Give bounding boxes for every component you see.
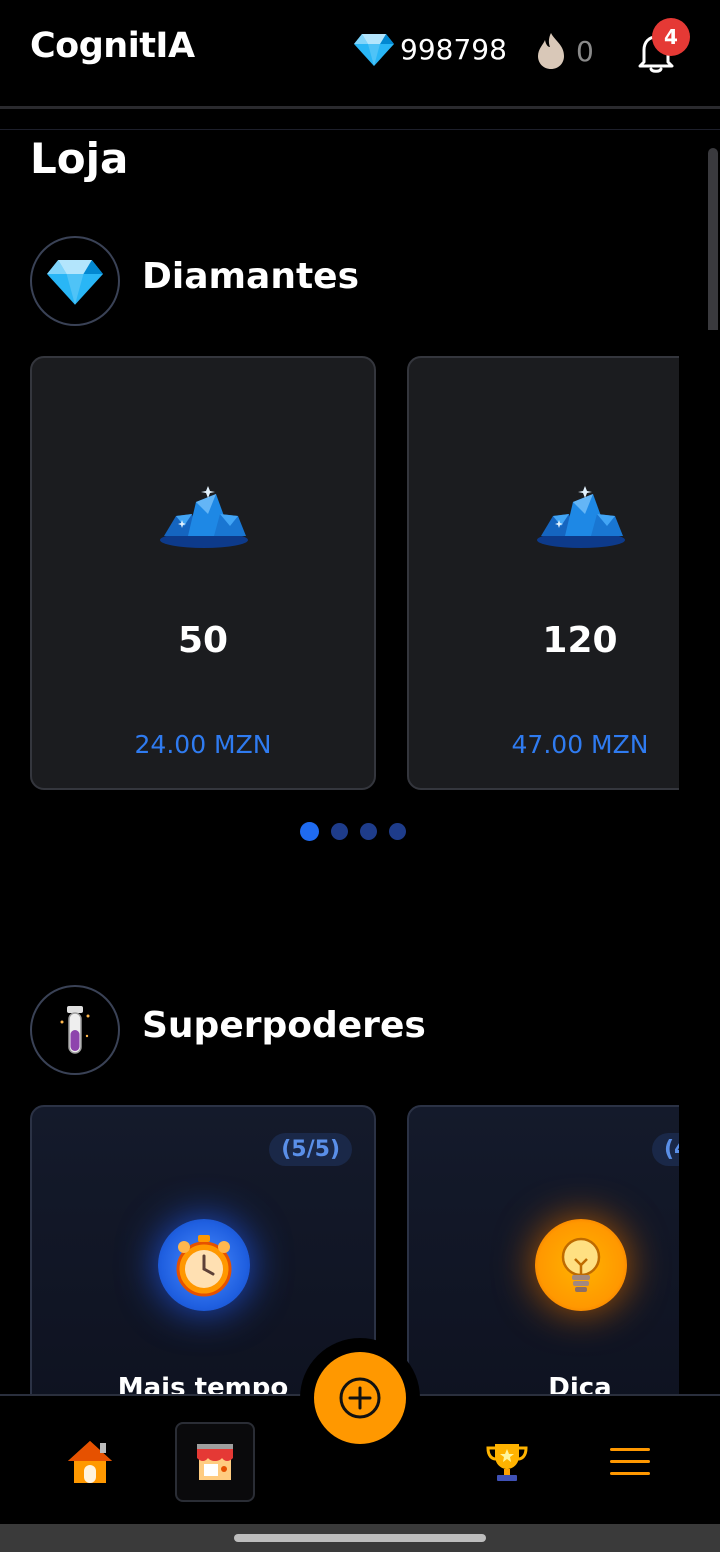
header-divider [0,106,720,109]
trophy-icon [486,1444,528,1481]
power-orb [158,1219,250,1311]
diamond-icon [354,34,394,66]
nav-shop[interactable] [175,1422,255,1502]
pack-amount: 50 [177,620,229,661]
diamond-balance[interactable]: 998798 [354,32,507,66]
superpowers-section-title: Superpoderes [142,1005,426,1046]
diamonds-section-icon [30,236,120,326]
streak-counter[interactable]: 0 [536,32,594,70]
page-title: Loja [30,134,129,183]
potion-icon [60,1006,90,1054]
carousel-pagination[interactable] [300,822,406,841]
alarm-clock-icon [176,1235,232,1297]
pagination-dot[interactable] [360,823,377,840]
notification-badge: 4 [652,18,690,56]
superpower-card[interactable]: (4 Dica [407,1105,720,1425]
carousel-overflow-mask [679,330,720,1400]
add-button[interactable] [314,1352,406,1444]
nav-menu[interactable] [590,1422,670,1502]
header-divider-secondary [0,129,720,130]
superpowers-section-icon [30,985,120,1075]
pack-amount: 120 [542,620,618,661]
pagination-dot[interactable] [389,823,406,840]
nav-home[interactable] [50,1422,130,1502]
pagination-dot-active[interactable] [300,822,319,841]
home-icon [68,1441,112,1483]
flame-icon [538,33,564,69]
power-orb [535,1219,627,1311]
diamonds-section-title: Diamantes [142,256,360,297]
pack-price: 24.00 MZN [134,730,272,759]
pagination-dot[interactable] [331,823,348,840]
streak-count: 0 [576,34,594,68]
power-count-badge: (5/5) [269,1133,352,1166]
home-indicator[interactable] [234,1534,486,1542]
shop-icon [197,1444,233,1480]
app-title: CognitIA [30,26,195,66]
nav-leaderboard[interactable] [467,1422,547,1502]
gem-pile-icon [160,486,248,548]
hamburger-menu-icon [610,1448,650,1475]
pack-price: 47.00 MZN [511,730,649,759]
plus-circle-icon [339,1377,381,1419]
lightbulb-icon [561,1237,601,1292]
diamond-count: 998798 [400,32,507,66]
top-bar: CognitIA 998798 0 4 [0,0,720,108]
diamond-icon [47,260,103,305]
diamond-pack-card[interactable]: 50 24.00 MZN [30,356,376,790]
gem-pile-icon [537,486,625,548]
diamond-pack-card[interactable]: 120 47.00 MZN [407,356,720,790]
